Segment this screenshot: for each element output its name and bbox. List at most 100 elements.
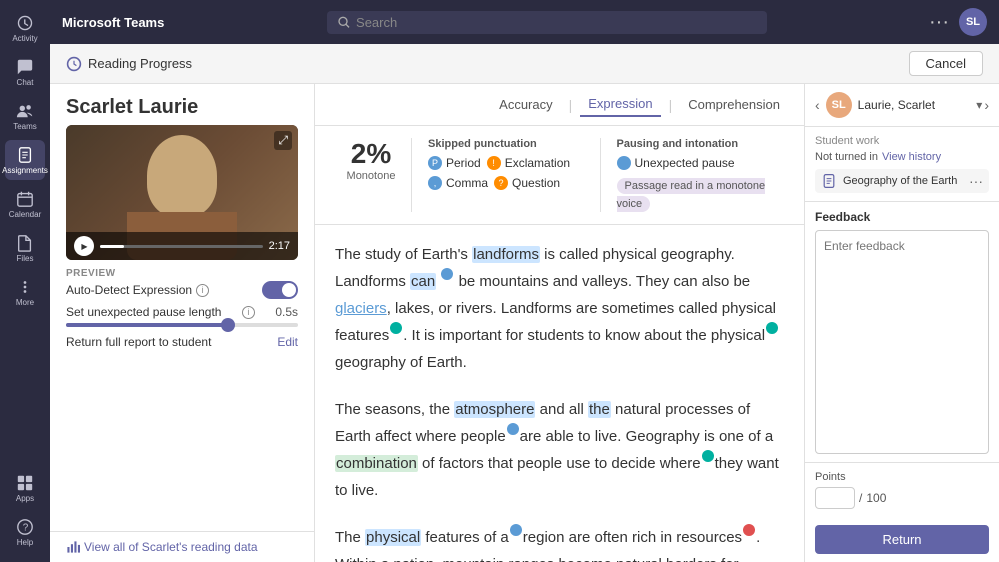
sidebar-item-calendar[interactable]: Calendar: [5, 184, 45, 224]
view-data-text: View all of Scarlet's reading data: [84, 540, 258, 554]
search-box[interactable]: [327, 11, 767, 34]
edit-link[interactable]: Edit: [277, 335, 298, 349]
marker-2: [390, 322, 402, 334]
pause-label-text: Set unexpected pause length: [66, 305, 221, 319]
sidebar-item-assignments[interactable]: Assignments: [5, 140, 45, 180]
return-full-report-row: Return full report to student Edit: [66, 335, 298, 349]
feedback-title: Feedback: [815, 210, 989, 224]
sidebar-label-apps: Apps: [16, 494, 34, 503]
calendar-icon: [16, 190, 34, 208]
tabs-row: Accuracy | Expression | Comprehension: [315, 84, 804, 126]
exclamation-dot: !: [487, 156, 501, 170]
pause-row: Set unexpected pause length i 0.5s: [66, 305, 298, 327]
tab-divider-2: |: [669, 97, 673, 113]
student-work-section: Student work Not turned in View history …: [805, 127, 999, 202]
punctuation-block: Skipped punctuation P Period ! Exclamati…: [411, 138, 600, 212]
punct-item-exclamation: ! Exclamation: [487, 156, 570, 170]
tab-expression[interactable]: Expression: [580, 92, 660, 117]
app-title: Microsoft Teams: [62, 15, 164, 30]
punct-item-comma: , Comma: [428, 176, 488, 190]
view-data-link[interactable]: View all of Scarlet's reading data: [50, 531, 314, 562]
more-icon: [16, 278, 34, 296]
search-icon: [337, 15, 350, 29]
intonation-block: Pausing and intonation Unexpected pause …: [600, 138, 789, 212]
help-icon: ?: [16, 518, 34, 536]
sidebar-item-apps[interactable]: Apps: [5, 468, 45, 508]
points-separator: /: [859, 491, 862, 505]
slider-thumb[interactable]: [221, 318, 235, 332]
preview-label: PREVIEW: [66, 268, 298, 279]
sidebar-label-chat: Chat: [17, 78, 34, 87]
main-area: Microsoft Teams ··· SL Reading Progress …: [50, 0, 999, 562]
prev-student-button[interactable]: ‹: [815, 97, 820, 113]
student-name-right: Laurie, Scarlet: [858, 98, 971, 112]
underline-glaciers: glaciers: [335, 300, 387, 317]
sidebar-label-more: More: [16, 298, 34, 307]
feedback-section: Feedback: [805, 202, 999, 462]
sidebar-bottom: Apps ? Help: [5, 468, 45, 552]
points-input[interactable]: [815, 487, 855, 509]
topbar: Microsoft Teams ··· SL: [50, 0, 999, 44]
unexpected-label: Unexpected pause: [635, 156, 735, 170]
rp-header: Reading Progress Cancel: [50, 44, 999, 84]
highlight-combination: combination: [335, 455, 418, 472]
view-history-link[interactable]: View history: [882, 151, 941, 163]
sidebar-label-teams: Teams: [13, 122, 37, 131]
search-input[interactable]: [356, 15, 757, 30]
video-progress-bar[interactable]: [100, 245, 263, 248]
return-button[interactable]: Return: [815, 525, 989, 554]
comma-label: Comma: [446, 176, 488, 190]
tab-comprehension[interactable]: Comprehension: [680, 93, 788, 116]
sidebar-item-chat[interactable]: Chat: [5, 52, 45, 92]
settings-dots[interactable]: ···: [929, 11, 949, 34]
stats-row: 2% Monotone Skipped punctuation P Period…: [315, 126, 804, 225]
avatar[interactable]: SL: [959, 8, 987, 36]
highlight-the: the: [588, 401, 611, 418]
auto-detect-info-icon[interactable]: i: [196, 284, 209, 297]
middle-panel: Accuracy | Expression | Comprehension 2%…: [315, 84, 804, 562]
assignment-more-button[interactable]: ···: [969, 173, 983, 189]
play-button[interactable]: [74, 236, 94, 256]
reading-text: The study of Earth's landforms is called…: [315, 225, 804, 562]
svg-text:?: ?: [23, 522, 29, 533]
auto-detect-toggle[interactable]: [262, 281, 298, 299]
question-label: Question: [512, 176, 560, 190]
video-progress-fill: [100, 245, 124, 248]
sidebar-item-help[interactable]: ? Help: [5, 512, 45, 552]
pause-slider[interactable]: [66, 323, 298, 327]
sidebar-label-activity: Activity: [12, 34, 37, 43]
marker-4: [507, 423, 519, 435]
sidebar-item-activity[interactable]: Activity: [5, 8, 45, 48]
tab-accuracy[interactable]: Accuracy: [491, 93, 560, 116]
highlight-landforms: landforms: [472, 246, 540, 263]
next-student-button[interactable]: ›: [984, 97, 989, 113]
video-controls: 2:17: [66, 232, 298, 260]
slider-container: [66, 323, 298, 327]
rp-title: Reading Progress: [88, 56, 192, 71]
student-dropdown-button[interactable]: ▾: [976, 98, 982, 112]
sidebar: Activity Chat Teams Assignments Calendar…: [0, 0, 50, 562]
highlight-physical: physical: [365, 529, 421, 546]
sidebar-item-teams[interactable]: Teams: [5, 96, 45, 136]
stat-percentage: 2%: [331, 138, 411, 170]
reading-paragraph-3: The physical features of aregion are oft…: [335, 524, 784, 562]
unexpected-dot: [617, 156, 631, 170]
return-section: Return: [805, 517, 999, 562]
sidebar-label-calendar: Calendar: [9, 210, 41, 219]
cancel-button[interactable]: Cancel: [909, 51, 983, 76]
reading-paragraph-2: The seasons, the atmosphere and all the …: [335, 396, 784, 504]
auto-detect-label: Auto-Detect Expression i: [66, 283, 209, 297]
points-row: / 100: [815, 487, 989, 509]
sidebar-item-more[interactable]: More: [5, 272, 45, 312]
video-expand-button[interactable]: ⤢: [274, 131, 292, 150]
pause-label-row: Set unexpected pause length i 0.5s: [66, 305, 298, 319]
exclamation-label: Exclamation: [505, 156, 570, 170]
reading-progress-icon: [66, 56, 82, 72]
pause-info-icon[interactable]: i: [242, 306, 255, 319]
chart-icon: [66, 540, 80, 554]
sidebar-item-files[interactable]: Files: [5, 228, 45, 268]
feedback-input[interactable]: [815, 230, 989, 454]
sidebar-label-files: Files: [17, 254, 34, 263]
preview-section: PREVIEW Auto-Detect Expression i Set une…: [50, 260, 314, 357]
rp-header-left: Reading Progress: [66, 56, 192, 72]
